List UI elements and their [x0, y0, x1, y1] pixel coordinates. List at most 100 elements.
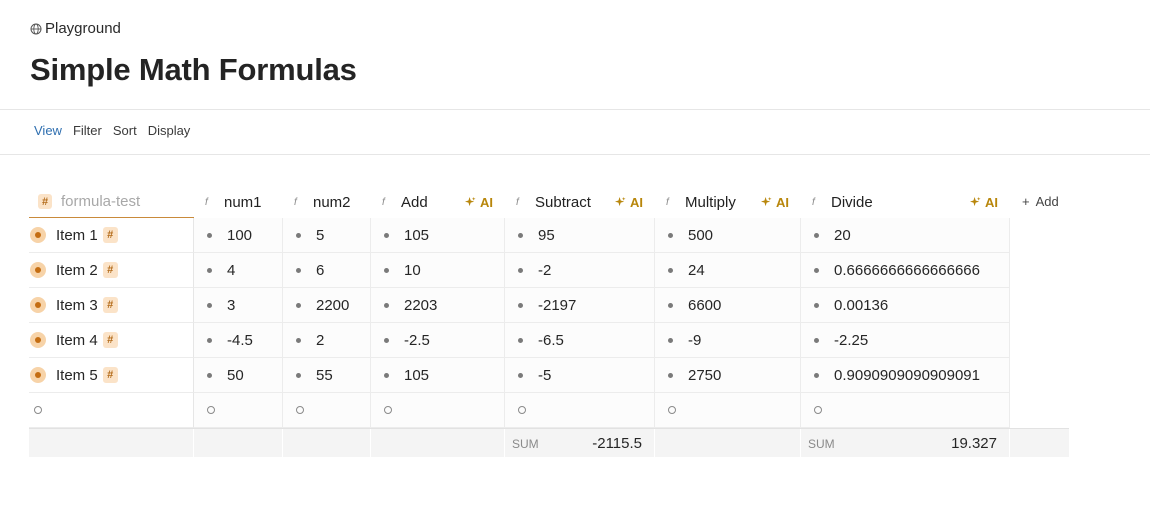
row-title-cell[interactable]: Item 3 # — [29, 288, 194, 323]
empty-cell[interactable] — [283, 393, 371, 428]
empty-circle-icon — [518, 406, 526, 414]
formula-icon: f — [666, 196, 669, 208]
row-title[interactable]: Item 4 — [56, 332, 98, 349]
filter-button[interactable]: Filter — [73, 123, 102, 138]
row-title-cell[interactable]: Item 5 # — [29, 358, 194, 393]
row-title[interactable]: Item 2 — [56, 262, 98, 279]
footer-sum-divide[interactable]: SUM 19.327 — [801, 429, 1010, 458]
table-cell[interactable]: -2.5 — [371, 323, 505, 358]
empty-cell[interactable] — [194, 393, 283, 428]
bullet-icon — [814, 372, 819, 378]
bullet-icon — [207, 372, 212, 378]
table-cell[interactable]: 0.9090909090909091 — [801, 358, 1010, 393]
column-header-num1[interactable]: f num1 — [194, 186, 283, 218]
row-title-cell[interactable]: Item 4 # — [29, 323, 194, 358]
row-title[interactable]: Item 1 — [56, 227, 98, 244]
table-cell[interactable]: 50 — [194, 358, 283, 393]
row-title-cell[interactable]: Item 2 # — [29, 253, 194, 288]
formula-icon: f — [516, 196, 519, 208]
cell-value: -5 — [538, 366, 552, 384]
empty-cell[interactable] — [371, 393, 505, 428]
bullet-icon — [296, 337, 301, 343]
table-cell[interactable]: -9 — [655, 323, 801, 358]
column-header-label: Multiply — [685, 193, 736, 211]
table-cell[interactable]: 6600 — [655, 288, 801, 323]
table-cell[interactable]: 55 — [283, 358, 371, 393]
display-button[interactable]: Display — [148, 123, 191, 138]
table-cell[interactable]: 2750 — [655, 358, 801, 393]
table-cell[interactable]: 20 — [801, 218, 1010, 253]
bullet-icon — [207, 302, 212, 308]
sort-button[interactable]: Sort — [113, 123, 137, 138]
column-header-label: formula-test — [61, 193, 141, 210]
table-cell[interactable]: -4.5 — [194, 323, 283, 358]
sparkle-icon — [615, 197, 626, 207]
table-cell[interactable]: 100 — [194, 218, 283, 253]
column-header-divide[interactable]: f Divide AI — [801, 186, 1010, 218]
table-cell[interactable]: 3 — [194, 288, 283, 323]
table-cell[interactable]: 0.00136 — [801, 288, 1010, 323]
sparkle-icon — [761, 197, 772, 207]
table-cell[interactable]: 500 — [655, 218, 801, 253]
table-cell[interactable]: 2203 — [371, 288, 505, 323]
cell-value: 105 — [404, 366, 430, 384]
footer-cell[interactable] — [371, 429, 505, 458]
bullet-icon — [296, 302, 301, 308]
breadcrumb[interactable]: Playground — [30, 20, 121, 37]
cell-value: -9 — [688, 331, 702, 349]
table-cell[interactable]: 10 — [371, 253, 505, 288]
footer-cell[interactable] — [283, 429, 371, 458]
table-cell[interactable]: 4 — [194, 253, 283, 288]
table-cell[interactable]: -2197 — [505, 288, 655, 323]
footer-cell[interactable] — [194, 429, 283, 458]
footer-cell[interactable] — [655, 429, 801, 458]
table-cell[interactable]: 2200 — [283, 288, 371, 323]
table-cell[interactable]: -2 — [505, 253, 655, 288]
table-cell[interactable]: 2 — [283, 323, 371, 358]
row-title[interactable]: Item 5 — [56, 367, 98, 384]
cell-value: 55 — [316, 366, 333, 384]
formula-icon: f — [382, 196, 385, 208]
table-cell[interactable]: -2.25 — [801, 323, 1010, 358]
table-cell[interactable]: 105 — [371, 218, 505, 253]
hash-icon: # — [102, 332, 118, 348]
row-title[interactable]: Item 3 — [56, 297, 98, 314]
new-row-title-cell[interactable] — [29, 393, 194, 428]
empty-cell[interactable] — [801, 393, 1010, 428]
add-column-button[interactable]: + Add — [1022, 194, 1059, 209]
ai-badge[interactable]: AI — [761, 195, 789, 210]
column-header-title[interactable]: # formula-test — [29, 186, 194, 218]
row-title-cell[interactable]: Item 1 # — [29, 218, 194, 253]
table-cell[interactable]: 6 — [283, 253, 371, 288]
column-header-add[interactable]: f Add AI — [371, 186, 505, 218]
cell-value: 105 — [404, 226, 430, 244]
column-header-label: num1 — [224, 193, 262, 211]
table-cell[interactable]: 5 — [283, 218, 371, 253]
formula-icon: f — [812, 196, 815, 208]
cell-value: 100 — [227, 226, 253, 244]
bullet-icon — [668, 267, 673, 273]
empty-cell[interactable] — [655, 393, 801, 428]
view-button[interactable]: View — [34, 123, 62, 138]
table-cell[interactable]: 95 — [505, 218, 655, 253]
breadcrumb-label[interactable]: Playground — [45, 20, 121, 37]
table-cell[interactable]: 0.6666666666666666 — [801, 253, 1010, 288]
column-header-num2[interactable]: f num2 — [283, 186, 371, 218]
item-icon — [30, 297, 46, 313]
column-header-subtract[interactable]: f Subtract AI — [505, 186, 655, 218]
bullet-icon — [207, 267, 212, 273]
bullet-icon — [814, 337, 819, 343]
table-cell[interactable]: 105 — [371, 358, 505, 393]
ai-badge[interactable]: AI — [615, 195, 643, 210]
cell-value: 500 — [688, 226, 714, 244]
table-cell[interactable]: -5 — [505, 358, 655, 393]
cell-value: 2 — [316, 331, 325, 349]
empty-cell[interactable] — [505, 393, 655, 428]
ai-badge[interactable]: AI — [970, 195, 998, 210]
footer-sum-subtract[interactable]: SUM -2115.5 — [505, 429, 655, 458]
ai-badge[interactable]: AI — [465, 195, 493, 210]
footer-cell[interactable] — [29, 429, 194, 458]
column-header-multiply[interactable]: f Multiply AI — [655, 186, 801, 218]
table-cell[interactable]: 24 — [655, 253, 801, 288]
table-cell[interactable]: -6.5 — [505, 323, 655, 358]
